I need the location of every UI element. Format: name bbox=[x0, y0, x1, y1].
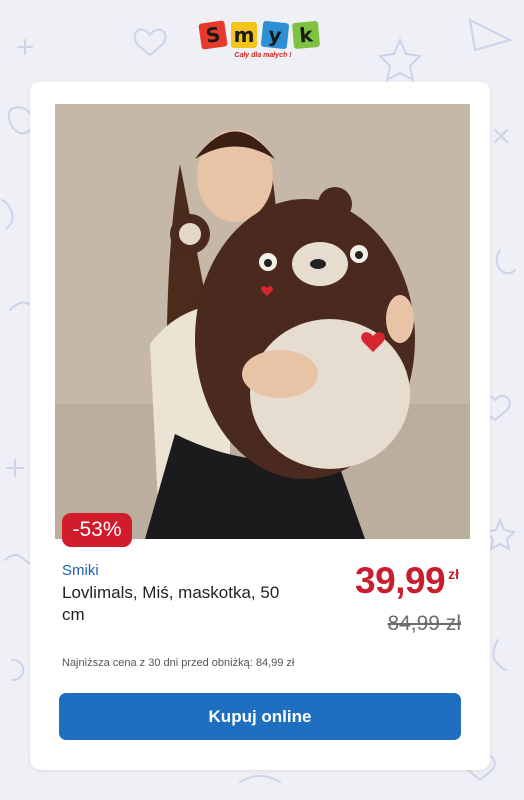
buy-online-button[interactable]: Kupuj online bbox=[59, 693, 461, 740]
price-value: 39,99 bbox=[355, 560, 446, 601]
logo-letter: S bbox=[198, 20, 228, 50]
old-price: 84,99 zł bbox=[387, 612, 461, 635]
product-title[interactable]: Lovlimals, Miś, maskotka, 50 cm bbox=[62, 582, 302, 626]
price-currency: zł bbox=[448, 566, 459, 582]
discount-badge: -53% bbox=[62, 513, 132, 547]
smyk-logo[interactable]: S m y k Cały dla małych ! bbox=[198, 18, 326, 68]
logo-letter: k bbox=[291, 20, 321, 50]
product-image[interactable] bbox=[55, 104, 470, 539]
current-price: 39,99 zł bbox=[355, 560, 459, 602]
product-brand[interactable]: Smiki bbox=[62, 562, 99, 579]
logo-tagline: Cały dla małych ! bbox=[234, 52, 292, 59]
logo-letter: m bbox=[231, 22, 257, 48]
lowest-price-note: Najniższa cena z 30 dni przed obniżką: 8… bbox=[62, 657, 295, 669]
logo-letter: y bbox=[260, 20, 290, 50]
